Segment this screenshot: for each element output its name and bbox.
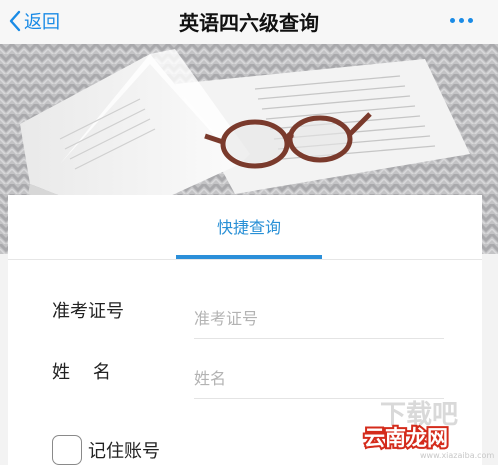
more-options-button[interactable]	[446, 10, 476, 30]
remember-label: 记住账号	[88, 441, 160, 462]
watermark-line3: www.xiazaiba.com	[420, 451, 494, 460]
watermark-graphic: 下载吧 云南龙网 www.xiazaiba.com	[362, 400, 494, 460]
exam-id-input[interactable]	[194, 301, 444, 335]
name-input[interactable]	[194, 361, 444, 395]
more-dots-icon	[449, 17, 455, 23]
tab-label: 快捷查询	[216, 218, 281, 237]
nav-bar: 返回 英语四六级查询	[0, 0, 498, 44]
watermark-line2: 云南龙网	[364, 426, 448, 450]
divider	[194, 338, 444, 339]
exam-id-label: 准考证号	[52, 301, 124, 322]
tab-quick-query[interactable]: 快捷查询	[176, 207, 322, 259]
remember-account-toggle[interactable]: 记住账号	[52, 435, 160, 465]
divider	[8, 259, 482, 260]
watermark-logo: 下载吧 云南龙网 www.xiazaiba.com	[360, 397, 494, 461]
remember-checkbox[interactable]	[52, 435, 82, 465]
name-label: 姓 名	[52, 362, 111, 383]
page-title: 英语四六级查询	[179, 11, 319, 35]
